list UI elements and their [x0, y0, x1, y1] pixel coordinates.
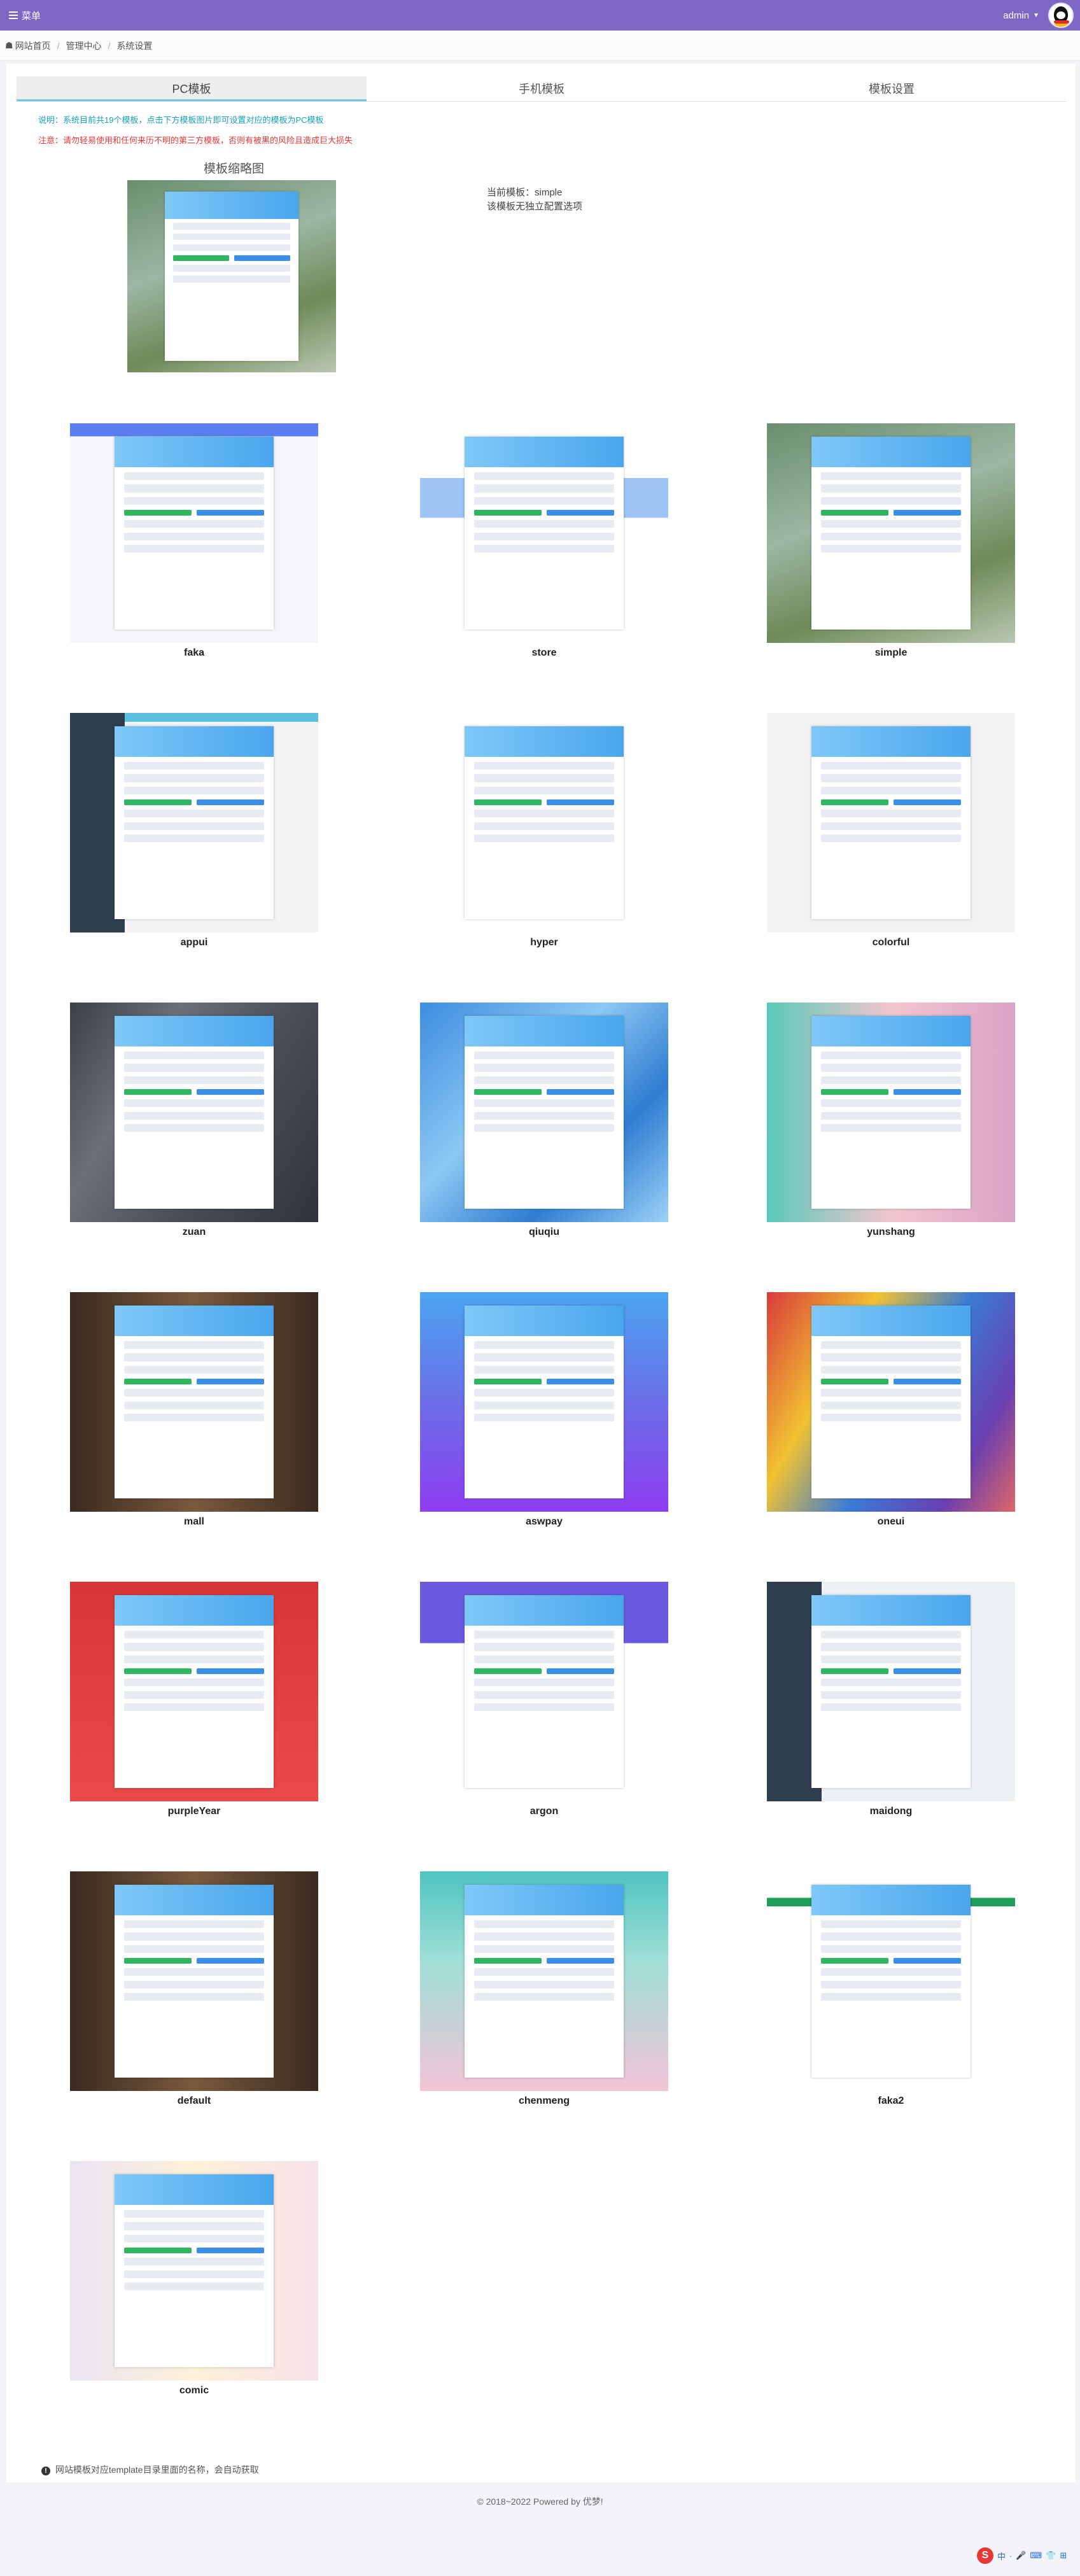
template-thumbnail[interactable]	[767, 1292, 1015, 1512]
template-thumbnail[interactable]	[70, 713, 318, 933]
menu-label: 菜单	[22, 10, 41, 22]
template-card-yunshang: yunshang	[767, 1003, 1015, 1244]
template-thumbnail[interactable]	[420, 713, 668, 933]
template-name: zuan	[182, 1227, 206, 1237]
template-thumbnail[interactable]	[767, 1582, 1015, 1801]
template-card-qiuqiu: qiuqiu	[420, 1003, 668, 1244]
current-template-info: 当前模板：simple 该模板无独立配置选项	[487, 186, 582, 214]
template-card-oneui: oneui	[767, 1292, 1015, 1534]
template-name: yunshang	[867, 1227, 915, 1237]
template-name: mall	[183, 1516, 204, 1527]
ime-keyboard-icon[interactable]: ⌨	[1030, 2551, 1042, 2561]
preview-label: 模板缩略图	[204, 162, 265, 176]
breadcrumb-separator: /	[108, 40, 111, 51]
template-config-line: 该模板无独立配置选项	[487, 201, 583, 212]
template-card-aswpay: aswpay	[420, 1292, 668, 1534]
template-thumbnail[interactable]	[70, 1582, 318, 1801]
info-circle-icon: !	[41, 2467, 50, 2475]
breadcrumb-separator: /	[57, 40, 60, 51]
template-card-mall: mall	[70, 1292, 318, 1534]
template-panel: PC模板 手机模板 模板设置 说明：系统目前共19个模板，点击下方模板图片即可设…	[6, 64, 1076, 2482]
avatar[interactable]	[1048, 3, 1074, 28]
template-card-chenmeng: chenmeng	[420, 1871, 668, 2113]
template-name: qiuqiu	[529, 1227, 559, 1237]
template-tabs: PC模板 手机模板 模板设置	[17, 76, 1067, 102]
template-name: oneui	[877, 1516, 905, 1527]
template-thumbnail[interactable]	[767, 1003, 1015, 1222]
hamburger-icon	[9, 11, 18, 19]
ime-mode[interactable]: 中	[997, 2550, 1006, 2562]
template-thumbnail[interactable]	[70, 2161, 318, 2381]
sogou-icon[interactable]: S	[977, 2547, 993, 2564]
template-card-maidong: maidong	[767, 1582, 1015, 1824]
template-name: comic	[179, 2385, 209, 2396]
breadcrumb-current: 系统设置	[116, 40, 153, 51]
template-thumbnail[interactable]	[420, 423, 668, 643]
current-template-line: 当前模板：simple	[487, 187, 563, 198]
warning-note: 注意：请勿轻易使用和任何来历不明的第三方模板，否则有被黑的风险且造成巨大损失	[38, 136, 353, 145]
template-card-comic: comic	[70, 2161, 318, 2403]
user-name: admin	[1003, 10, 1030, 21]
template-thumbnail[interactable]	[767, 1871, 1015, 2091]
template-name: purpleYear	[167, 1806, 221, 1817]
template-name: hyper	[530, 937, 558, 948]
template-dir-note-text: 网站模板对应template目录里面的名称，会自动获取	[55, 2465, 259, 2475]
template-card-colorful: colorful	[767, 713, 1015, 955]
template-card-store: store	[420, 423, 668, 665]
template-card-faka: faka	[70, 423, 318, 665]
current-template-preview	[127, 180, 336, 372]
template-thumbnail[interactable]	[420, 1292, 668, 1512]
footer-copyright: © 2018~2022 Powered by 优梦!	[477, 2496, 603, 2507]
template-thumbnail[interactable]	[420, 1871, 668, 2091]
home-icon: ☗	[5, 40, 13, 50]
template-name: default	[177, 2095, 211, 2106]
ime-skin-icon[interactable]: 👕	[1046, 2551, 1056, 2561]
template-card-argon: argon	[420, 1582, 668, 1824]
user-menu[interactable]: admin ▼	[1003, 3, 1074, 28]
template-thumbnail[interactable]	[420, 1003, 668, 1222]
template-card-default: default	[70, 1871, 318, 2113]
template-name: chenmeng	[518, 2095, 570, 2106]
template-thumbnail[interactable]	[767, 423, 1015, 643]
menu-toggle-button[interactable]: 菜单	[9, 9, 41, 22]
template-name: appui	[180, 937, 208, 948]
template-name: aswpay	[526, 1516, 563, 1527]
template-name: store	[531, 647, 557, 658]
ime-voice-icon[interactable]: 🎤	[1016, 2551, 1026, 2561]
template-card-purpleYear: purpleYear	[70, 1582, 318, 1824]
tab-template-settings[interactable]: 模板设置	[717, 76, 1067, 101]
template-thumbnail[interactable]	[767, 713, 1015, 933]
template-thumbnail[interactable]	[420, 1582, 668, 1801]
template-name: simple	[874, 647, 908, 658]
template-card-hyper: hyper	[420, 713, 668, 955]
info-note: 说明：系统目前共19个模板，点击下方模板图片即可设置对应的模板为PC模板	[38, 115, 324, 125]
template-thumbnail[interactable]	[70, 423, 318, 643]
template-card-appui: appui	[70, 713, 318, 955]
template-name: maidong	[869, 1806, 913, 1817]
ime-tools-icon[interactable]: ⊞	[1060, 2551, 1067, 2561]
ime-toolbar[interactable]: S 中 · 🎤 ⌨ 👕 ⊞	[977, 2547, 1079, 2565]
template-card-zuan: zuan	[70, 1003, 318, 1244]
tab-pc-template[interactable]: PC模板	[17, 76, 367, 101]
ime-punct[interactable]: ·	[1009, 2551, 1012, 2561]
template-thumbnail[interactable]	[70, 1871, 318, 2091]
template-name: argon	[529, 1806, 559, 1817]
tab-mobile-template[interactable]: 手机模板	[367, 76, 717, 101]
template-card-faka2: faka2	[767, 1871, 1015, 2113]
caret-down-icon: ▼	[1033, 11, 1039, 19]
breadcrumb-home[interactable]: 网站首页	[15, 39, 51, 52]
breadcrumb-admin[interactable]: 管理中心	[66, 39, 101, 52]
template-dir-note: ! 网站模板对应template目录里面的名称，会自动获取	[41, 2463, 259, 2476]
template-name: faka2	[878, 2095, 904, 2106]
template-name: colorful	[872, 937, 910, 948]
template-thumbnail[interactable]	[70, 1003, 318, 1222]
template-name: faka	[183, 647, 205, 658]
top-navbar: 菜单 admin ▼	[0, 0, 1080, 31]
breadcrumb: ☗ 网站首页 / 管理中心 / 系统设置	[0, 31, 1080, 61]
template-thumbnail[interactable]	[70, 1292, 318, 1512]
template-card-simple: simple	[767, 423, 1015, 665]
